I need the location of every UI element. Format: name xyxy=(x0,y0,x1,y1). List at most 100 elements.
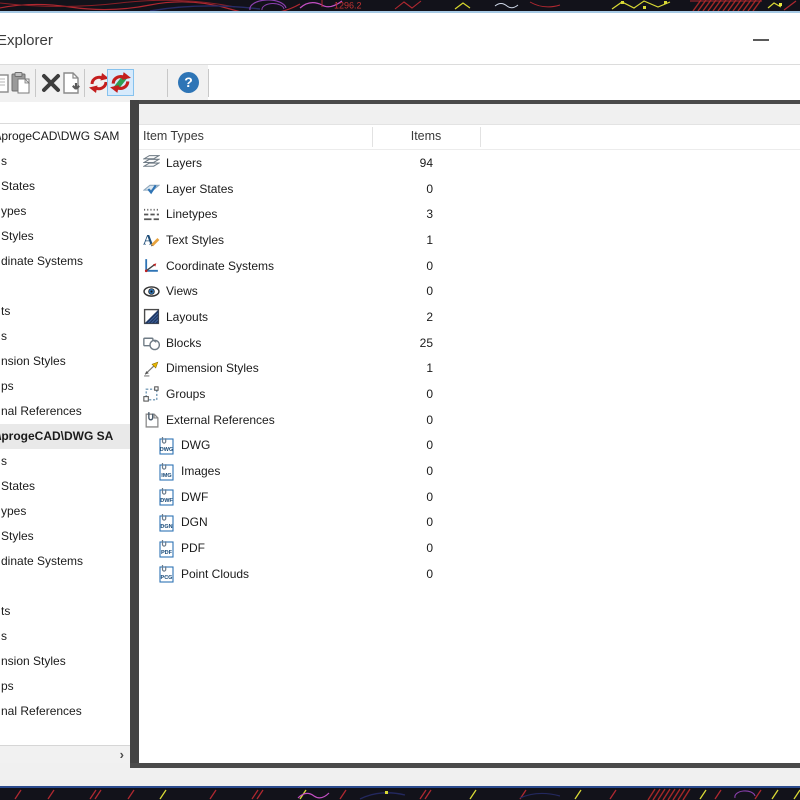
layer-states-icon xyxy=(143,180,160,197)
regen-all-icon xyxy=(108,70,133,95)
help-icon: ? xyxy=(184,74,193,90)
xref-point-clouds-icon: PCG xyxy=(158,565,175,582)
panel-splitter[interactable] xyxy=(130,100,139,768)
tree-item-groups-2[interactable]: ps xyxy=(0,674,130,699)
help-button[interactable]: ? xyxy=(178,72,199,93)
tree-item-text-styles-2[interactable]: Styles xyxy=(0,524,130,549)
groups-icon xyxy=(143,386,160,403)
list-row-blocks[interactable]: Blocks25 xyxy=(139,330,800,356)
tree-item-layers-2[interactable]: s xyxy=(0,449,130,474)
tree-item-blocks-2[interactable]: s xyxy=(0,624,130,649)
list-row-dimension-styles[interactable]: Dimension Styles1 xyxy=(139,356,800,382)
item-count: 25 xyxy=(369,336,433,350)
tree-item-blocks-1[interactable]: s xyxy=(0,324,130,349)
list-row-groups[interactable]: Groups0 xyxy=(139,381,800,407)
cad-drawing-top: 1296.2 xyxy=(0,0,800,11)
item-count: 1 xyxy=(369,233,433,247)
tree-item-layer-states-1[interactable]: States xyxy=(0,174,130,199)
list-row-xref-images[interactable]: IMGImages0 xyxy=(139,458,800,484)
item-type-label: Text Styles xyxy=(166,233,224,247)
item-count: 0 xyxy=(369,413,433,427)
tree-item-coordinate-systems-2[interactable]: dinate Systems xyxy=(0,549,130,574)
list-row-text-styles[interactable]: A Text Styles 1 xyxy=(139,227,800,253)
tree-item-groups-1[interactable]: ps xyxy=(0,374,130,399)
tree-item-layers-1[interactable]: s xyxy=(0,149,130,174)
list-row-xref-dwg[interactable]: DWGDWG0 xyxy=(139,433,800,459)
toolbar-separator xyxy=(35,69,36,97)
panel-bottom-border xyxy=(130,763,800,768)
minimize-button[interactable] xyxy=(748,30,774,50)
minimize-icon xyxy=(753,39,769,41)
item-type-label: Views xyxy=(166,284,198,298)
list-row-coordinate-systems[interactable]: Coordinate Systems0 xyxy=(139,253,800,279)
list-row-xref-pdf[interactable]: PDF PDF 0 xyxy=(139,535,800,561)
item-count: 0 xyxy=(369,182,433,196)
tree-item-external-references-2[interactable]: nal References xyxy=(0,699,130,724)
list-row-layouts[interactable]: Layouts2 xyxy=(139,304,800,330)
toolbar-separator xyxy=(167,69,168,97)
scroll-right-arrow-icon[interactable]: › xyxy=(120,746,124,763)
item-type-label: External References xyxy=(166,413,275,427)
tree-item-layouts-1[interactable]: ts xyxy=(0,299,130,324)
explorer-window: 1296.2 Explorer xyxy=(0,0,800,800)
paste-button[interactable] xyxy=(9,71,33,95)
tree-item-views-1[interactable] xyxy=(0,274,130,299)
tree-item-coordinate-systems-1[interactable]: dinate Systems xyxy=(0,249,130,274)
item-type-label: DWG xyxy=(181,438,210,452)
tree-item-linetypes-1[interactable]: ypes xyxy=(0,199,130,224)
item-type-label: Dimension Styles xyxy=(166,361,259,375)
list-row-xref-point-clouds[interactable]: PCGPoint Clouds0 xyxy=(139,561,800,587)
item-count: 0 xyxy=(369,464,433,478)
item-types-panel: Item Types Items Layers94 Layer States 0 Li… xyxy=(139,104,800,763)
tree-item-layouts-2[interactable]: ts xyxy=(0,599,130,624)
window-title: Explorer xyxy=(0,32,53,49)
list-row-linetypes[interactable]: Linetypes3 xyxy=(139,201,800,227)
item-type-label: DWF xyxy=(181,490,208,504)
xref-pdf-icon: PDF xyxy=(158,540,175,557)
list-row-layers[interactable]: Layers94 xyxy=(139,150,800,176)
tree-item-text-styles-1[interactable]: Styles xyxy=(0,224,130,249)
item-type-label: Coordinate Systems xyxy=(166,259,274,273)
column-separator[interactable] xyxy=(480,127,481,147)
list-row-views[interactable]: Views 0 xyxy=(139,278,800,304)
tree-item-dimension-styles-2[interactable]: nsion Styles xyxy=(0,649,130,674)
linetypes-icon xyxy=(143,206,160,223)
tree-item-layer-states-2[interactable]: States xyxy=(0,474,130,499)
column-header-item-types[interactable]: Item Types xyxy=(143,129,204,143)
text-styles-icon: A xyxy=(143,231,160,248)
list-row-external-references[interactable]: External References 0 xyxy=(139,407,800,433)
column-header-items[interactable]: Items xyxy=(372,129,480,143)
item-count: 0 xyxy=(369,490,433,504)
item-type-label: DGN xyxy=(181,515,208,529)
item-count: 0 xyxy=(369,541,433,555)
item-count: 94 xyxy=(369,156,433,170)
tree-item-drawing-1[interactable]: \progeCAD\DWG SAM xyxy=(0,124,130,149)
item-type-label: PDF xyxy=(181,541,205,555)
paste-icon xyxy=(9,71,33,95)
layouts-icon xyxy=(143,308,160,325)
item-type-label: Layer States xyxy=(166,182,233,196)
item-count: 0 xyxy=(369,438,433,452)
column-separator[interactable] xyxy=(372,127,373,147)
list-row-layer-states[interactable]: Layer States 0 xyxy=(139,176,800,202)
tree-item-linetypes-2[interactable]: ypes xyxy=(0,499,130,524)
new-item-button[interactable] xyxy=(60,71,84,95)
item-type-label: Groups xyxy=(166,387,205,401)
external-references-icon xyxy=(143,411,160,428)
list-row-xref-dgn[interactable]: DGNDGN0 xyxy=(139,510,800,536)
item-count: 0 xyxy=(369,284,433,298)
tree-item-drawing-2[interactable]: \progeCAD\DWG SA xyxy=(0,424,130,449)
tree-item-views-2[interactable] xyxy=(0,574,130,599)
blocks-icon xyxy=(143,334,160,351)
xref-dwf-icon: DWF xyxy=(158,488,175,505)
tree-horizontal-scrollbar[interactable]: › xyxy=(0,745,130,763)
dimension-styles-icon xyxy=(143,360,160,377)
regen-all-button[interactable] xyxy=(107,69,134,96)
cad-drawing-bottom xyxy=(0,786,800,800)
xref-images-icon: IMG xyxy=(158,463,175,480)
column-header-row: Item Types Items xyxy=(139,125,800,150)
tree-item-external-references-1[interactable]: nal References xyxy=(0,399,130,424)
tree-item-dimension-styles-1[interactable]: nsion Styles xyxy=(0,349,130,374)
main-panel-top-strip xyxy=(139,104,800,125)
list-row-xref-dwf[interactable]: DWF DWF 0 xyxy=(139,484,800,510)
